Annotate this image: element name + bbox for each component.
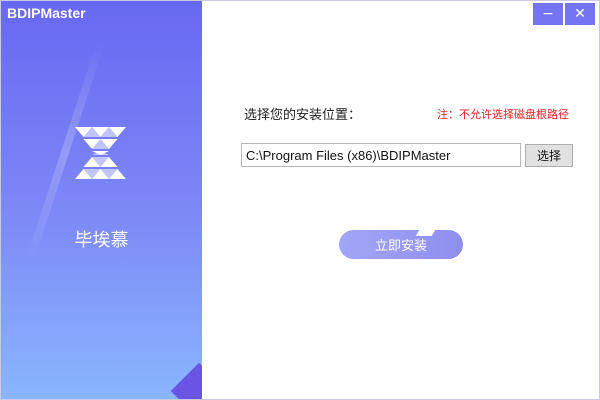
install-path-input[interactable]: [241, 143, 521, 167]
triangle-hourglass-logo-icon: [75, 127, 126, 179]
sidebar-panel: BDIPMaster 毕埃慕: [1, 1, 202, 399]
install-now-button[interactable]: 立即安装: [339, 230, 463, 259]
install-location-label: 选择您的安装位置：: [244, 108, 362, 123]
brand-name: 毕埃慕: [74, 230, 129, 251]
install-now-label: 立即安装: [374, 239, 427, 254]
close-button[interactable]: ✕: [565, 3, 595, 25]
window-controls: − ✕: [533, 3, 595, 25]
root-path-warning: 注：不允许选择磁盘根路径: [437, 108, 569, 121]
decorative-corner: [170, 362, 202, 399]
browse-button[interactable]: 选择: [525, 144, 573, 167]
window-title: BDIPMaster: [7, 5, 86, 21]
installer-window: BDIPMaster 毕埃慕 − ✕ 选择您的安装位置： 注：不允许选择磁盘根路…: [0, 0, 600, 400]
minimize-button[interactable]: −: [533, 3, 563, 25]
